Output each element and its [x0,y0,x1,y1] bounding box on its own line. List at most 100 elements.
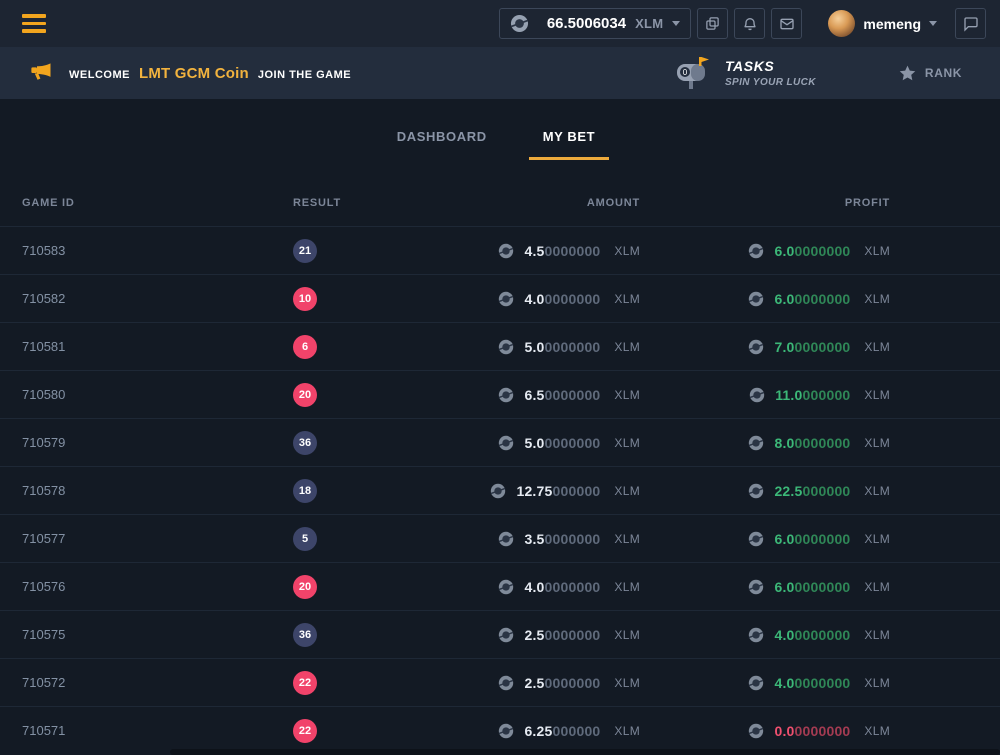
chat-button[interactable] [955,8,986,39]
profit-currency: XLM [864,532,890,546]
result-badge: 20 [293,575,317,599]
hamburger-icon [22,14,46,18]
xlm-coin-icon [498,627,514,643]
amount-value: 4.50000000 [524,243,600,259]
amount-currency: XLM [614,244,640,258]
tab-dashboard[interactable]: DASHBOARD [391,129,493,160]
wallet-cards-button[interactable] [697,8,728,39]
balance-selector[interactable]: 66.5006034 XLM [499,8,692,39]
amount-currency: XLM [614,580,640,594]
result-badge: 18 [293,479,317,503]
table-row[interactable]: 710578 18 12.75000000 XLM 22.5000000 XLM [0,466,1000,514]
table-row[interactable]: 710581 6 5.00000000 XLM 7.00000000 XLM [0,322,1000,370]
xlm-coin-icon [748,627,764,643]
header-profit: PROFIT [640,197,890,209]
table-row[interactable]: 710571 22 6.25000000 XLM 0.00000000 XLM [0,706,1000,754]
balance-currency: XLM [635,16,663,31]
amount-currency: XLM [614,436,640,450]
profit-currency: XLM [864,388,890,402]
xlm-coin-icon [748,339,764,355]
notifications-button[interactable] [734,8,765,39]
amount-value: 2.50000000 [524,675,600,691]
chevron-down-icon [672,21,680,26]
table-row[interactable]: 710577 5 3.50000000 XLM 6.00000000 XLM [0,514,1000,562]
welcome-label: WELCOME [69,69,130,81]
amount-currency: XLM [614,532,640,546]
xlm-coin-icon [748,579,764,595]
game-id: 710576 [22,579,65,594]
game-id: 710571 [22,723,65,738]
messages-button[interactable] [771,8,802,39]
result-badge: 5 [293,527,317,551]
xlm-coin-icon [498,435,514,451]
amount-currency: XLM [614,484,640,498]
announcement-text: WELCOME LMT GCM Coin JOIN THE GAME [69,65,351,82]
tab-my-bet[interactable]: MY BET [529,129,609,160]
announcement-right: 0 TASKS SPIN YOUR LUCK RANK [675,56,962,90]
profit-value: 4.00000000 [774,627,850,643]
xlm-coin-icon [748,435,764,451]
tasks-widget[interactable]: 0 TASKS SPIN YOUR LUCK [675,56,816,90]
amount-currency: XLM [614,676,640,690]
announcement-bar: WELCOME LMT GCM Coin JOIN THE GAME 0 TAS… [0,47,1000,99]
xlm-coin-icon [748,243,764,259]
table-row[interactable]: 710583 21 4.50000000 XLM 6.00000000 XLM [0,226,1000,274]
hamburger-menu-button[interactable] [18,10,50,37]
amount-value: 12.75000000 [516,483,600,499]
xlm-coin-icon [498,339,514,355]
profit-currency: XLM [864,436,890,450]
amount-value: 6.25000000 [524,723,600,739]
xlm-coin-icon [498,387,514,403]
table-row[interactable]: 710580 20 6.50000000 XLM 11.0000000 XLM [0,370,1000,418]
table-header: GAME ID RESULT AMOUNT PROFIT [0,180,1000,226]
profit-value: 6.00000000 [774,579,850,595]
chevron-down-icon [929,21,937,26]
header-amount: AMOUNT [441,197,640,209]
result-badge: 21 [293,239,317,263]
result-badge: 36 [293,431,317,455]
xlm-coin-icon [498,291,514,307]
game-id: 710572 [22,675,65,690]
rank-label: RANK [925,66,962,80]
game-id: 710582 [22,291,65,306]
megaphone-icon [28,60,55,87]
xlm-coin-icon [498,675,514,691]
xlm-coin-icon [748,483,764,499]
amount-value: 3.50000000 [524,531,600,547]
xlm-coin-icon [749,387,765,403]
bell-icon [742,16,758,32]
game-id: 710583 [22,243,65,258]
profit-currency: XLM [864,580,890,594]
tasks-title: TASKS [725,57,816,75]
tabs: DASHBOARD MY BET [0,99,1000,160]
profit-value: 6.00000000 [774,243,850,259]
cards-icon [705,16,720,31]
topbar: 66.5006034 XLM memeng [0,0,1000,47]
xlm-coin-icon [498,723,514,739]
table-row[interactable]: 710579 36 5.00000000 XLM 8.00000000 XLM [0,418,1000,466]
table-row[interactable]: 710576 20 4.00000000 XLM 6.00000000 XLM [0,562,1000,610]
table-row[interactable]: 710582 10 4.00000000 XLM 6.00000000 XLM [0,274,1000,322]
coin-name-label: LMT GCM Coin [139,65,249,82]
table-row[interactable]: 710575 36 2.50000000 XLM 4.00000000 XLM [0,610,1000,658]
amount-value: 5.00000000 [524,339,600,355]
amount-currency: XLM [614,724,640,738]
bet-table-body: 710583 21 4.50000000 XLM 6.00000000 XLM … [0,226,1000,754]
result-badge: 20 [293,383,317,407]
profit-value: 8.00000000 [774,435,850,451]
balance-amount: 66.5006034 [547,15,626,32]
avatar [828,10,855,37]
profit-currency: XLM [864,484,890,498]
tasks-subtitle: SPIN YOUR LUCK [725,76,816,89]
table-row[interactable]: 710572 22 2.50000000 XLM 4.00000000 XLM [0,658,1000,706]
result-badge: 36 [293,623,317,647]
xlm-coin-icon [748,291,764,307]
game-id: 710578 [22,483,65,498]
rank-widget[interactable]: RANK [898,64,962,83]
game-id: 710581 [22,339,65,354]
user-menu[interactable]: memeng [828,10,937,37]
amount-currency: XLM [614,628,640,642]
horizontal-scrollbar[interactable] [170,749,1000,755]
result-badge: 22 [293,671,317,695]
amount-currency: XLM [614,292,640,306]
